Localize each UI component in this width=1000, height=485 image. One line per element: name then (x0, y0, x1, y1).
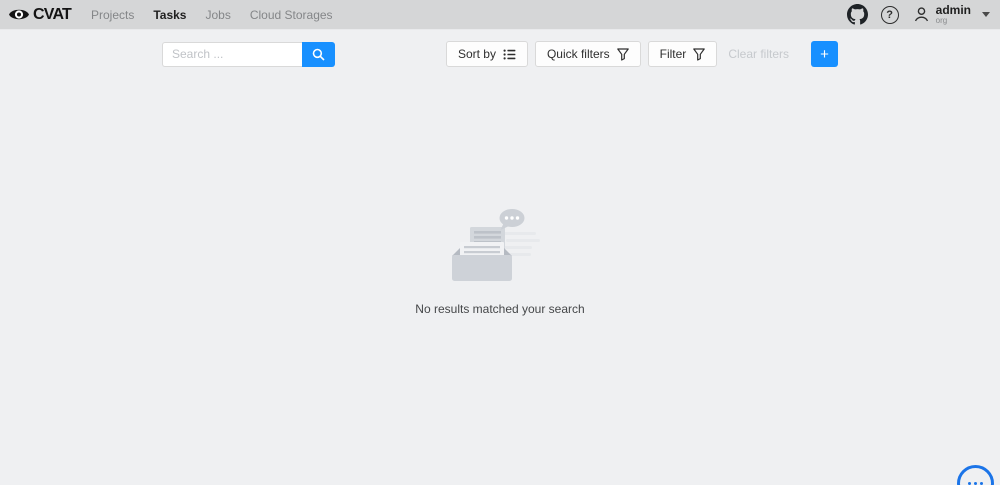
help-icon[interactable]: ? (881, 6, 899, 24)
list-sort-icon (503, 48, 516, 61)
main-nav: Projects Tasks Jobs Cloud Storages (89, 4, 335, 26)
user-org: org (936, 17, 971, 25)
logo-text: CVAT (33, 6, 71, 24)
github-icon[interactable] (847, 4, 868, 25)
clear-filters-link: Clear filters (728, 47, 789, 61)
tasks-page: Sort by Quick filters Fi (162, 30, 838, 316)
user-text: admin org (936, 4, 971, 25)
filter-funnel-icon (693, 48, 705, 61)
tasks-toolbar: Sort by Quick filters Fi (162, 30, 838, 67)
filter-button[interactable]: Filter (648, 41, 718, 67)
empty-inbox-illustration (450, 206, 550, 291)
app-header: CVAT Projects Tasks Jobs Cloud Storages … (0, 0, 1000, 30)
cvat-eye-icon (8, 6, 30, 23)
nav-item-jobs[interactable]: Jobs (203, 4, 232, 26)
user-name: admin (936, 4, 971, 17)
nav-item-tasks[interactable]: Tasks (151, 4, 188, 26)
search-button[interactable] (302, 42, 335, 67)
filter-label: Filter (660, 47, 687, 61)
nav-item-projects[interactable]: Projects (89, 4, 136, 26)
empty-state-message: No results matched your search (162, 302, 838, 316)
nav-item-cloud-storages[interactable]: Cloud Storages (248, 4, 335, 26)
search-input[interactable] (162, 42, 302, 67)
chevron-down-icon (982, 12, 990, 17)
add-task-button[interactable]: + (811, 41, 838, 67)
chat-widget-button[interactable] (957, 465, 994, 485)
search-icon (312, 48, 325, 61)
user-menu[interactable]: admin org (912, 4, 990, 25)
header-right: ? admin org (847, 4, 990, 25)
sort-by-button[interactable]: Sort by (446, 41, 528, 67)
quick-filters-button[interactable]: Quick filters (535, 41, 641, 67)
empty-state: No results matched your search (162, 206, 838, 316)
sort-by-label: Sort by (458, 47, 496, 61)
user-icon (912, 5, 931, 24)
search-group (162, 42, 335, 67)
filter-funnel-icon (617, 48, 629, 61)
cvat-logo[interactable]: CVAT (8, 6, 71, 24)
filter-controls: Sort by Quick filters Fi (446, 41, 838, 67)
quick-filters-label: Quick filters (547, 47, 610, 61)
